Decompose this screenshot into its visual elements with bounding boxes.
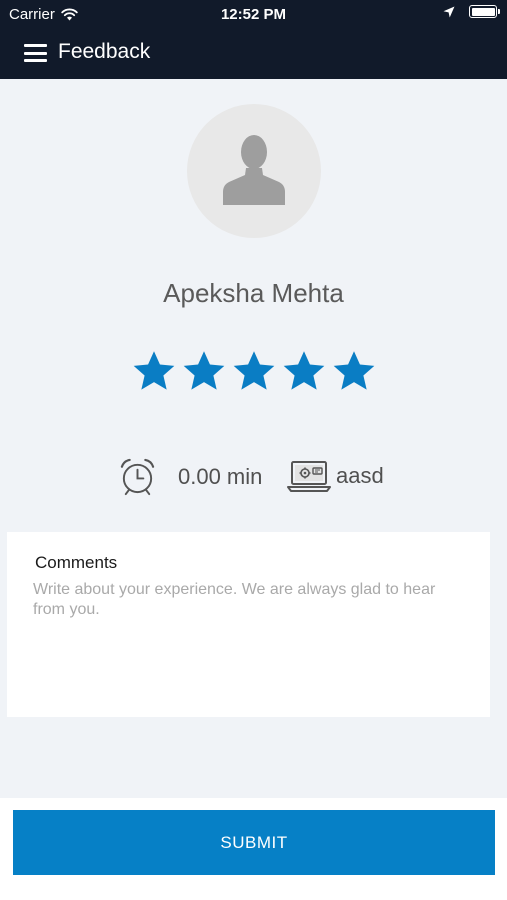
star-icon[interactable] (331, 347, 377, 397)
star-rating[interactable] (131, 347, 377, 403)
laptop-settings-icon (287, 461, 331, 492)
location-arrow-icon (443, 6, 455, 17)
status-right-group (443, 5, 500, 18)
star-icon[interactable] (281, 347, 327, 397)
status-bar: Carrier 12:52 PM (0, 0, 507, 28)
alarm-clock-icon (120, 458, 155, 496)
session-info: 0.00 min aasd (0, 457, 507, 497)
avatar (187, 104, 321, 238)
status-time: 12:52 PM (220, 6, 287, 23)
page-title: Feedback (58, 40, 151, 63)
session-duration: 0.00 min (178, 464, 263, 489)
battery-icon (469, 5, 500, 18)
star-icon[interactable] (231, 347, 277, 397)
top-bar: Carrier 12:52 PM Feedback (0, 0, 507, 79)
person-silhouette-icon (223, 135, 285, 205)
star-icon[interactable] (131, 347, 177, 397)
comments-card: Comments (7, 532, 490, 717)
comments-input[interactable] (33, 580, 453, 700)
star-icon[interactable] (181, 347, 227, 397)
battery-fill (471, 7, 495, 16)
comments-label: Comments (35, 553, 118, 572)
submit-button[interactable]: SUBMIT (13, 810, 495, 875)
device-name: aasd (336, 463, 384, 488)
feedback-content: Apeksha Mehta 0.00 min aasd Comments Wri… (0, 79, 507, 798)
hamburger-menu-icon[interactable] (24, 44, 48, 62)
nav-bar: Feedback (0, 28, 507, 79)
user-name: Apeksha Mehta (163, 278, 344, 308)
